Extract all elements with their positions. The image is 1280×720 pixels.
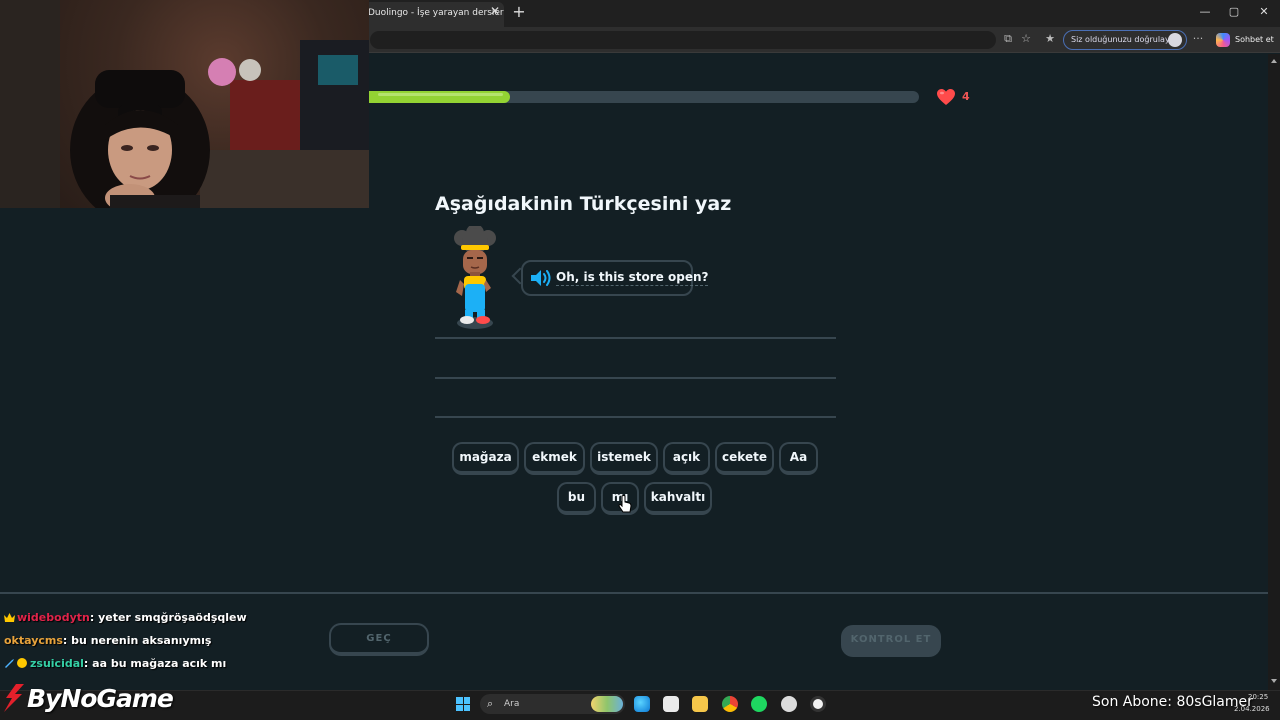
more-menu-icon[interactable]: ··· [1190, 32, 1206, 45]
search-highlight-image [591, 696, 623, 712]
skip-button[interactable]: GEÇ [329, 623, 429, 656]
new-tab-button[interactable]: + [510, 2, 528, 21]
windows-start-icon[interactable] [456, 697, 470, 711]
chat-text: bu nerenin aksanıymış [71, 634, 212, 647]
word-chip-cekete[interactable]: cekete [715, 442, 774, 475]
favorites-icon[interactable]: ★ [1042, 32, 1058, 45]
coin-badge-icon [17, 658, 28, 668]
character-illustration [448, 224, 504, 336]
word-chip-ekmek[interactable]: ekmek [524, 442, 585, 475]
spotify-icon[interactable] [751, 696, 767, 712]
answer-line-2 [435, 377, 836, 379]
tab-close-icon[interactable]: ✕ [488, 4, 502, 18]
last-subscriber-label: Son Abone: 80sGlamer [1092, 694, 1253, 710]
browser-tab-duolingo[interactable]: Duolingo - İşe yarayan derslerle İn [362, 2, 504, 27]
chat-username: oktaycms [4, 634, 63, 647]
bynogame-brand: ByNoGame [27, 684, 174, 713]
page-scrollbar[interactable] [1268, 54, 1280, 690]
webcam-overlay [0, 0, 369, 208]
answer-line-1 [435, 337, 836, 339]
prompt-sentence[interactable]: Oh, is this store open? [556, 270, 709, 286]
obs-icon[interactable] [810, 696, 826, 712]
word-chip-istemek[interactable]: istemek [590, 442, 658, 475]
profile-avatar-icon [1168, 33, 1182, 47]
hearts-count: 4 [962, 90, 970, 103]
word-chip-aa[interactable]: Aa [779, 442, 818, 475]
scrollbar-arrows-icon [1271, 59, 1277, 683]
edge-icon[interactable] [634, 696, 650, 712]
word-chip-acik[interactable]: açık [663, 442, 710, 475]
webcam-scene-image [0, 0, 369, 208]
answer-line-3 [435, 416, 836, 418]
word-chip-kahvalti[interactable]: kahvaltı [644, 482, 712, 515]
copilot-icon[interactable] [1216, 33, 1230, 47]
maximize-button[interactable]: ▢ [1225, 5, 1243, 18]
chrome-icon[interactable] [722, 696, 738, 712]
word-chip-magaza[interactable]: mağaza [452, 442, 519, 475]
copilot-chat-button[interactable]: Sohbet et [1235, 35, 1274, 44]
taskbar-search-placeholder: Ara [504, 699, 520, 709]
steam-icon[interactable] [781, 696, 797, 712]
word-chip-bu[interactable]: bu [557, 482, 596, 515]
store-icon[interactable] [663, 696, 679, 712]
split-screen-icon[interactable]: ⧉ [1000, 32, 1016, 46]
bynogame-logo-icon [2, 684, 26, 716]
clock-date: 2.04.2026 [1234, 705, 1270, 713]
chat-username: widebodytn [17, 611, 90, 624]
file-explorer-icon[interactable] [692, 696, 708, 712]
lesson-progress-highlight [378, 93, 503, 96]
address-bar[interactable] [370, 31, 996, 49]
chat-message: oktaycms: bu nerenin aksanıymış [4, 634, 212, 647]
crown-badge-icon [4, 612, 15, 622]
speaker-icon[interactable] [530, 269, 552, 291]
chat-text: aa bu mağaza acık mı [92, 657, 227, 670]
search-icon: ⌕ [487, 697, 494, 710]
chat-message: zsuicidal: aa bu mağaza acık mı [4, 657, 226, 670]
heart-icon [936, 88, 956, 110]
chat-message: widebodytn: yeter smqğröşaödşqlew [4, 611, 247, 624]
sword-badge-icon [4, 658, 15, 668]
minimize-button[interactable]: — [1196, 5, 1214, 18]
footer-divider [0, 592, 1268, 594]
chat-username: zsuicidal [30, 657, 84, 670]
clock-time: 20:25 [1248, 693, 1269, 701]
chat-text: yeter smqğröşaödşqlew [98, 611, 247, 624]
hand-cursor-icon [618, 495, 632, 517]
challenge-heading: Aşağıdakinin Türkçesini yaz [435, 193, 732, 215]
close-window-button[interactable]: ✕ [1255, 5, 1273, 18]
check-button[interactable]: KONTROL ET [841, 625, 941, 657]
favorite-star-icon[interactable]: ☆ [1018, 32, 1034, 45]
